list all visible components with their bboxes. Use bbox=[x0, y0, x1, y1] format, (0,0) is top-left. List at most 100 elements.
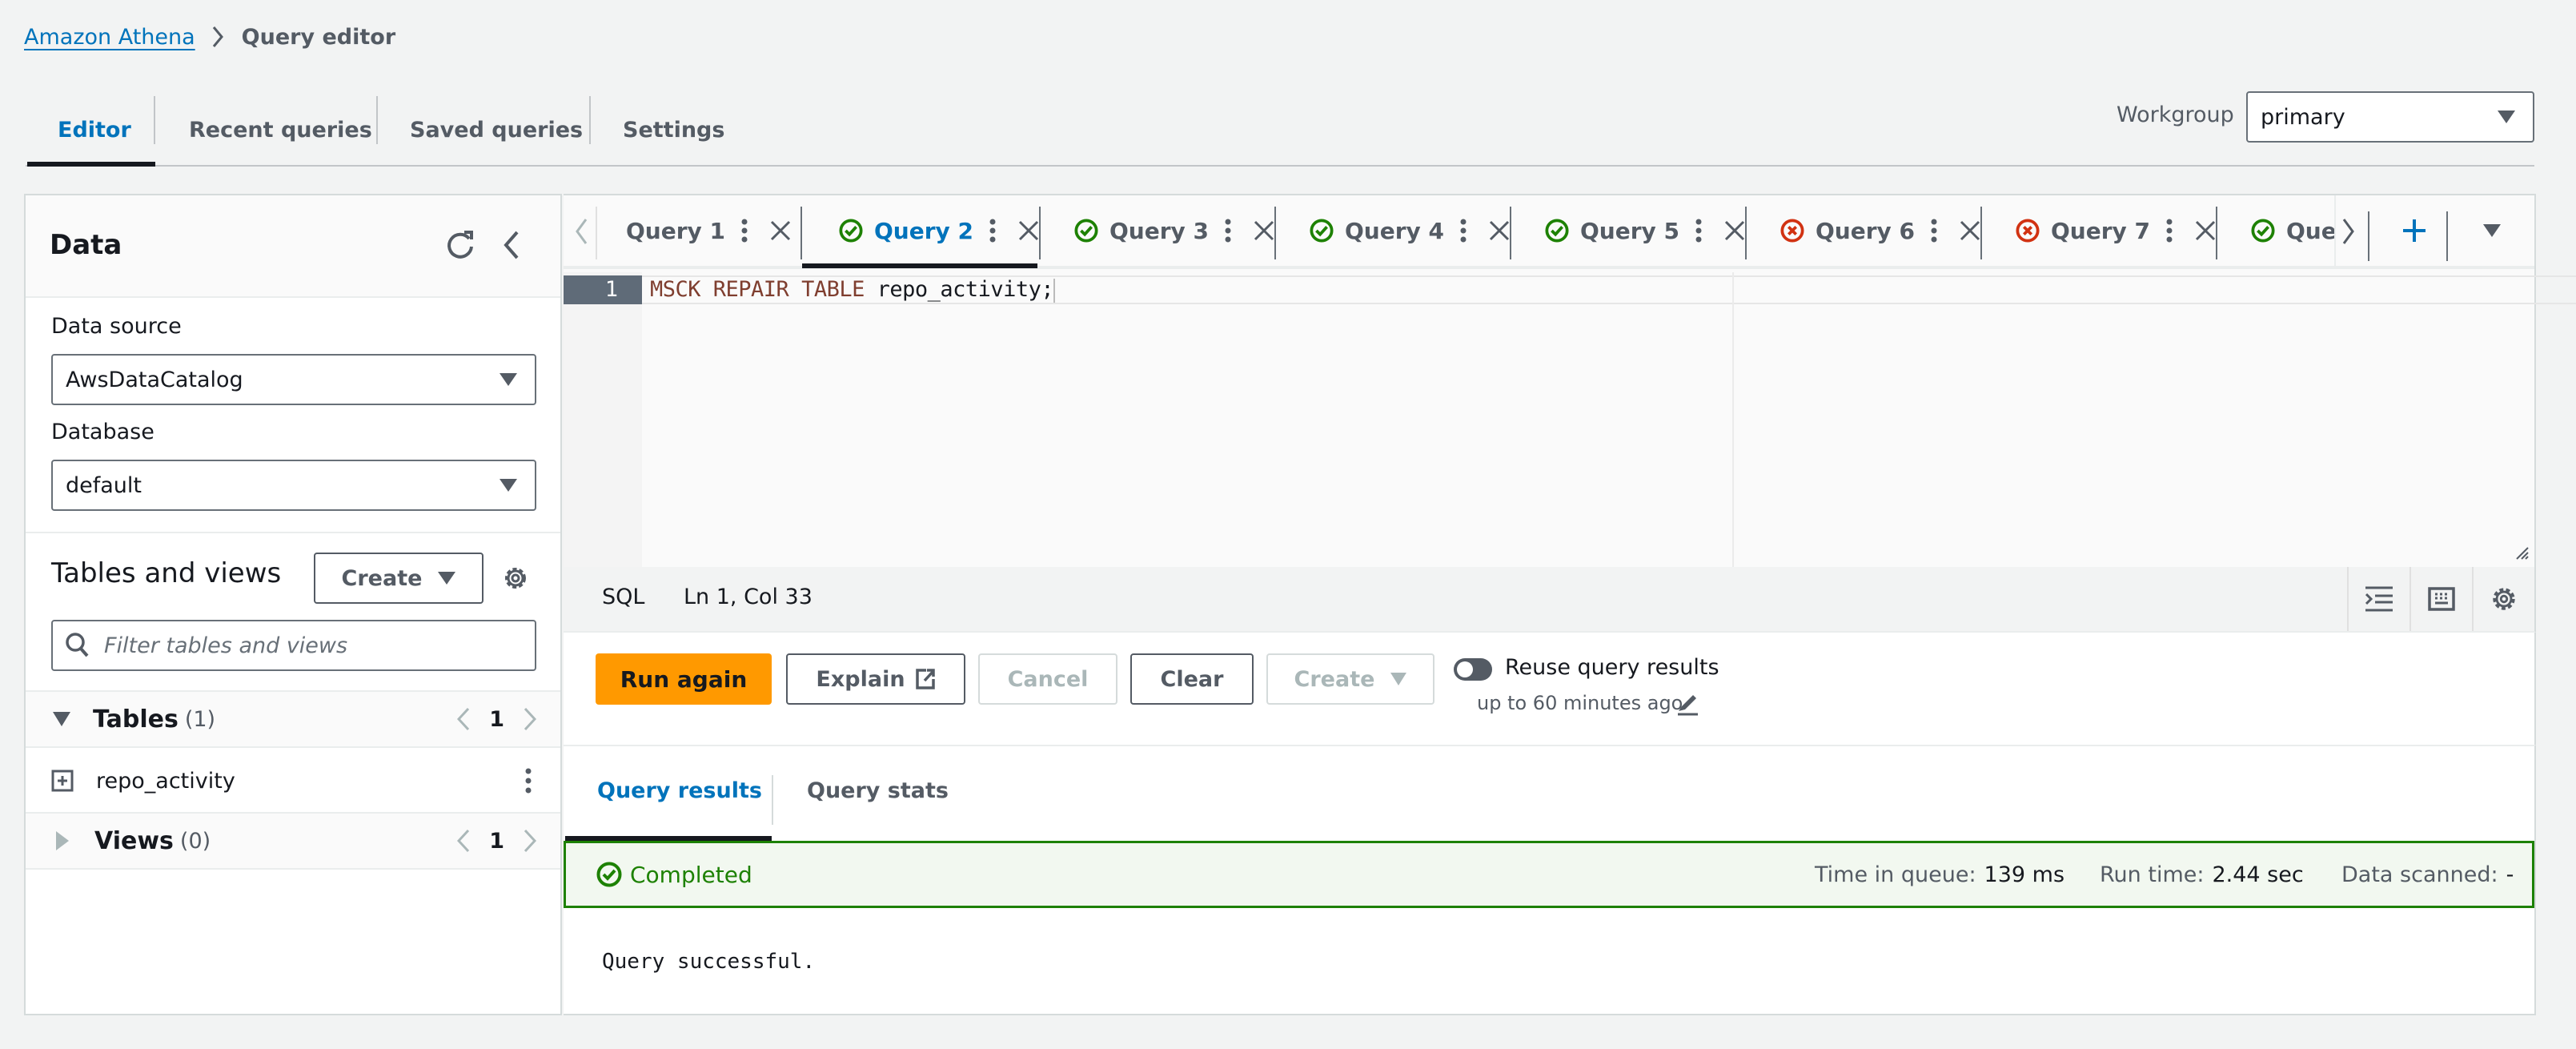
external-link-icon bbox=[915, 668, 936, 690]
tab-divider bbox=[772, 775, 773, 825]
tab-menu-icon[interactable] bbox=[989, 219, 996, 243]
chevron-right-icon[interactable] bbox=[524, 707, 536, 731]
line-gutter bbox=[564, 272, 642, 567]
views-pager: 1 bbox=[457, 829, 536, 854]
tab-menu-icon[interactable] bbox=[1460, 219, 1467, 243]
clear-button[interactable]: Clear bbox=[1130, 653, 1254, 705]
error-x-icon bbox=[2016, 219, 2040, 243]
query-tab[interactable]: Query 5 bbox=[1545, 195, 1745, 266]
query-tab[interactable]: Query 2 bbox=[839, 195, 1039, 266]
workgroup-label: Workgroup bbox=[2117, 102, 2234, 127]
query-tab[interactable]: Query 3 bbox=[1074, 195, 1274, 266]
chevron-left-icon[interactable] bbox=[457, 707, 470, 731]
tab-menu-icon[interactable] bbox=[741, 219, 748, 243]
tables-pager: 1 bbox=[457, 707, 536, 732]
tab-recent-queries[interactable]: Recent queries bbox=[189, 94, 372, 165]
tab-menu-icon[interactable] bbox=[1695, 219, 1702, 243]
close-tab-icon[interactable] bbox=[2195, 220, 2216, 241]
indent-icon bbox=[2365, 586, 2393, 612]
close-tab-icon[interactable] bbox=[1489, 220, 1510, 241]
success-check-icon bbox=[1074, 219, 1098, 243]
completed-status-banner: Completed Time in queue: 139 ms Run time:… bbox=[564, 841, 2534, 908]
explain-button[interactable]: Explain bbox=[786, 653, 965, 705]
caret-down-icon bbox=[500, 479, 517, 492]
table-row[interactable]: repo_activity bbox=[26, 751, 560, 810]
active-tab-indicator bbox=[27, 162, 155, 167]
workgroup-select[interactable]: primary bbox=[2246, 91, 2534, 143]
close-tab-icon[interactable] bbox=[770, 220, 791, 241]
close-tab-icon[interactable] bbox=[1254, 220, 1274, 241]
tab-settings[interactable]: Settings bbox=[623, 94, 724, 165]
refresh-icon[interactable] bbox=[445, 229, 475, 261]
tab-divider bbox=[1274, 207, 1276, 259]
breadcrumb-amazon-athena-link[interactable]: Amazon Athena bbox=[24, 25, 195, 50]
scroll-tabs-right-icon[interactable] bbox=[2342, 218, 2355, 245]
success-check-icon bbox=[596, 862, 622, 887]
collapse-panel-icon[interactable] bbox=[503, 229, 520, 261]
format-query-button[interactable] bbox=[2347, 567, 2409, 631]
tables-group-count: (1) bbox=[184, 706, 216, 732]
query-tab-label: Query 3 bbox=[1109, 217, 1210, 244]
query-tab-label: Query bbox=[2286, 217, 2334, 244]
gear-icon[interactable] bbox=[501, 564, 530, 593]
edit-pencil-icon[interactable] bbox=[1675, 692, 1699, 716]
time-in-queue: Time in queue: 139 ms bbox=[1815, 862, 2064, 887]
success-check-icon bbox=[1310, 219, 1334, 243]
tab-query-stats[interactable]: Query stats bbox=[807, 778, 949, 803]
chevron-right-icon[interactable] bbox=[524, 829, 536, 853]
scroll-tabs-left-icon[interactable] bbox=[575, 218, 588, 245]
query-tab[interactable]: Query bbox=[2251, 195, 2334, 266]
run-time: Run time: 2.44 sec bbox=[2100, 862, 2304, 887]
query-tab[interactable]: Query 4 bbox=[1310, 195, 1510, 266]
cancel-button[interactable]: Cancel bbox=[978, 653, 1117, 705]
database-select[interactable]: default bbox=[51, 460, 536, 511]
views-group-row[interactable]: Views (0) 1 bbox=[26, 812, 560, 870]
data-source-label: Data source bbox=[51, 314, 182, 339]
expand-table-icon[interactable] bbox=[51, 770, 74, 792]
tab-list-dropdown-icon[interactable] bbox=[2483, 224, 2501, 237]
tab-menu-icon[interactable] bbox=[2166, 219, 2173, 243]
close-tab-icon[interactable] bbox=[1960, 220, 1980, 241]
views-page-number[interactable]: 1 bbox=[489, 829, 504, 854]
tab-editor[interactable]: Editor bbox=[58, 94, 131, 165]
divider bbox=[26, 532, 560, 533]
query-tab[interactable]: Query 6 bbox=[1780, 195, 1980, 266]
tables-views-title: Tables and views bbox=[51, 557, 282, 589]
create-table-button[interactable]: Create bbox=[314, 553, 484, 604]
tab-divider bbox=[1510, 207, 1511, 259]
cursor-position: Ln 1, Col 33 bbox=[684, 585, 813, 609]
tab-menu-icon[interactable] bbox=[1931, 219, 1937, 243]
caret-down-icon bbox=[53, 712, 70, 726]
tab-editor-label: Editor bbox=[58, 117, 131, 143]
tables-group-row[interactable]: Tables (1) 1 bbox=[26, 690, 560, 748]
close-tab-icon[interactable] bbox=[1018, 220, 1039, 241]
tab-divider bbox=[1039, 207, 1041, 259]
tab-divider bbox=[154, 96, 155, 144]
filter-tables-input[interactable] bbox=[102, 632, 519, 659]
chevron-left-icon[interactable] bbox=[457, 829, 470, 853]
caret-down-icon bbox=[1390, 673, 1407, 685]
reuse-results-toggle[interactable] bbox=[1454, 658, 1492, 681]
editor-settings-button[interactable] bbox=[2472, 567, 2534, 631]
run-again-button[interactable]: Run again bbox=[596, 653, 772, 705]
code-line[interactable]: MSCK REPAIR TABLE repo_activity; bbox=[650, 275, 1056, 304]
query-tab[interactable]: Query 7 bbox=[2016, 195, 2216, 266]
data-source-select[interactable]: AwsDataCatalog bbox=[51, 354, 536, 405]
keyboard-shortcuts-button[interactable] bbox=[2409, 567, 2472, 631]
more-actions-icon[interactable] bbox=[525, 768, 532, 794]
query-tab[interactable]: Query 1 bbox=[626, 195, 791, 266]
resize-handle-icon[interactable] bbox=[2514, 545, 2530, 561]
keyboard-icon bbox=[2428, 587, 2455, 611]
tab-query-results[interactable]: Query results bbox=[597, 778, 762, 803]
query-tab-label: Query 6 bbox=[1816, 217, 1916, 244]
tab-menu-icon[interactable] bbox=[1225, 219, 1231, 243]
add-query-tab-button[interactable] bbox=[2401, 218, 2427, 243]
views-group-label: Views bbox=[94, 826, 174, 855]
tab-saved-queries[interactable]: Saved queries bbox=[410, 94, 583, 165]
tab-divider bbox=[376, 96, 378, 144]
create-button[interactable]: Create bbox=[1266, 653, 1434, 705]
tab-divider bbox=[1980, 207, 1982, 259]
tables-page-number[interactable]: 1 bbox=[489, 707, 504, 732]
code-editor[interactable]: 1 MSCK REPAIR TABLE repo_activity; bbox=[564, 272, 2576, 567]
close-tab-icon[interactable] bbox=[1724, 220, 1745, 241]
